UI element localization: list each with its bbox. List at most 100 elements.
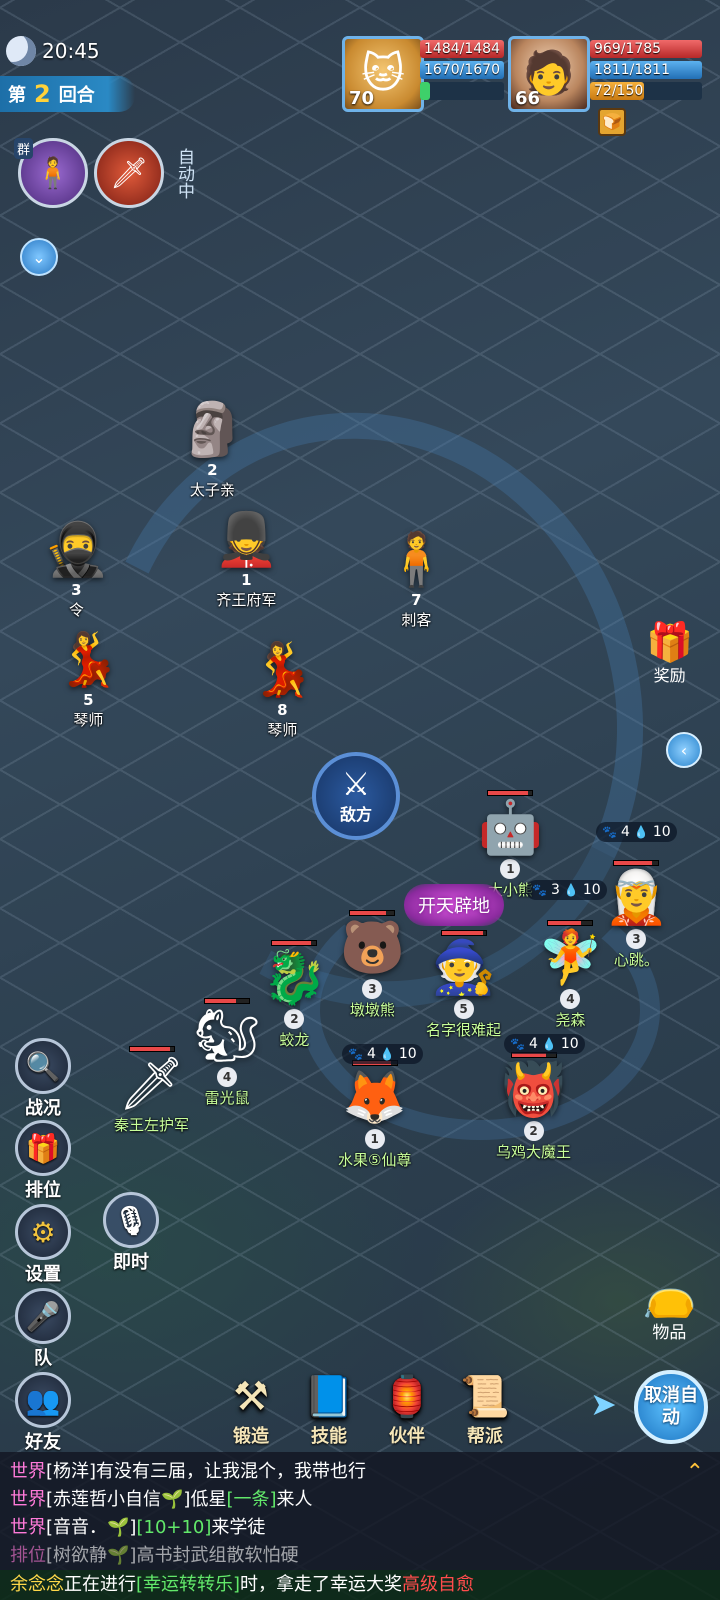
bottom-menu: ⚒ 锻造 📘 技能 🏮 伙伴 📜 帮派 — [218, 1372, 518, 1448]
chat-line: 世界[音音．🌱][10+10]来学徒 — [10, 1517, 266, 1538]
swordsman-icon: 🧙 — [431, 938, 496, 998]
friends-button[interactable]: 👥 好友 — [10, 1372, 76, 1454]
microphone-icon: 🎙 — [103, 1192, 159, 1248]
ally-unit-5[interactable]: 🧙 5 名字很难起 — [426, 930, 501, 1040]
paw-icon: 🐾 — [510, 1037, 525, 1051]
guard-icon: 🗡 — [118, 1054, 185, 1114]
hero-hp-bar: 969/1785 — [590, 40, 702, 58]
partners-button[interactable]: 🏮 伙伴 — [374, 1372, 440, 1448]
battle-status-button[interactable]: 🔍 战况 — [10, 1038, 76, 1120]
pet-stat-chip: 🐾 4 💧 10 — [504, 1034, 585, 1054]
bag-icon: 👝 — [642, 1269, 697, 1320]
attack-skill-button[interactable]: 🗡 — [94, 138, 164, 208]
chevron-down-icon: ⌄ — [32, 247, 46, 267]
water-drop-icon: 💧 — [541, 1037, 557, 1051]
guild-button[interactable]: 📜 帮派 — [452, 1372, 518, 1448]
menu-more-arrow[interactable]: ➤ — [590, 1385, 617, 1423]
figure-icon: 🧍 — [34, 155, 72, 191]
book-icon: 📘 — [304, 1374, 354, 1420]
assassin-icon: 🧍 — [384, 530, 449, 590]
pet-stat-chip: 🐾 3 💧 10 — [526, 880, 607, 900]
musician-icon: 💃 — [250, 640, 315, 700]
ally-unit-4b[interactable]: 🐿 4 雷光鼠 — [194, 998, 260, 1108]
pet-hp-bar: 1484/1484 — [420, 40, 504, 58]
ally-unit-4a[interactable]: 🧚 4 尧森 — [538, 920, 603, 1030]
reward-button[interactable]: 🎁 奖励 — [646, 622, 693, 686]
time-text: 20:45 — [42, 39, 100, 63]
enemy-unit-1[interactable]: 💂 1 齐王府军 — [214, 510, 279, 610]
microphone-icon: 🎤 — [15, 1288, 71, 1344]
enemy-unit-8[interactable]: 💃 8 琴师 — [250, 640, 315, 740]
armored-figure-icon: 🗿 — [180, 400, 245, 460]
bear-icon: 🐻 — [340, 918, 405, 978]
chevron-up-icon: ⌃ — [685, 1460, 704, 1485]
hero-sp-bar: 72/150 — [590, 82, 702, 100]
gift-icon: 🎁 — [646, 620, 694, 664]
instant-voice-button[interactable]: 🎙 即时 — [98, 1192, 164, 1274]
scroll-icon: 📜 — [460, 1374, 510, 1420]
ally-unit-3a[interactable]: 🧝 3 心跳。 — [604, 860, 669, 970]
musician-icon: 💃 — [56, 630, 121, 690]
items-button[interactable]: 👝 物品 — [642, 1269, 697, 1344]
ally-unit-3b[interactable]: 🐻 3 墩墩熊 — [340, 910, 405, 1020]
chat-collapse-button[interactable]: ⌃ — [686, 1460, 704, 1485]
ally-unit-2a[interactable]: 🐉 2 蛟龙 — [262, 940, 327, 1050]
expand-button[interactable]: ⌄ — [20, 238, 58, 276]
ally-unit-2b[interactable]: 👹 2 乌鸡大魔王 — [496, 1052, 571, 1162]
enemy-target-button[interactable]: ⚔ 敌方 — [312, 752, 400, 840]
fairy-icon: 🧚 — [538, 928, 603, 988]
cancel-auto-button[interactable]: 取消自动 — [634, 1370, 708, 1444]
warrior-icon: 🥷 — [44, 520, 109, 580]
pet-sp-fill — [420, 82, 431, 100]
hero-mp-bar: 1811/1811 — [590, 61, 702, 79]
round-indicator: 第 2 回合 — [0, 76, 135, 112]
sword-icon: 🗡 — [109, 155, 149, 191]
round-number: 2 — [34, 80, 51, 108]
hero-sp-text: 72/150 — [594, 83, 644, 99]
rank-button[interactable]: 🎁 排位 — [10, 1120, 76, 1202]
soldier-icon: 💂 — [214, 510, 279, 570]
paw-icon: 🐾 — [532, 883, 547, 897]
pet-stat-chip: 🐾 4 💧 10 — [596, 822, 677, 842]
pet-portrait[interactable]: 🐱 70 — [342, 36, 424, 112]
pet-sp-bar — [420, 82, 504, 100]
dancer-icon: 🧝 — [604, 868, 669, 928]
enemy-unit-3[interactable]: 🥷 3 令 — [44, 520, 109, 620]
clock: 20:45 — [6, 36, 100, 66]
demon-icon: 👹 — [501, 1060, 566, 1120]
fox-icon: 🦊 — [342, 1068, 408, 1128]
enemy-unit-2[interactable]: 🗿 2 太子亲 — [180, 400, 245, 500]
chat-panel[interactable]: 世界[杨洋]有没有三届，让我混个，我带也行 世界[赤莲哲小自信🌱]低星[一条]来… — [0, 1452, 720, 1570]
team-voice-button[interactable]: 🎤 队 — [10, 1288, 76, 1370]
hero-level: 66 — [515, 88, 541, 109]
gift-box-icon: 🎁 — [15, 1120, 71, 1176]
pet-bars: 1484/1484 1670/1670 — [420, 40, 504, 100]
water-drop-icon: 💧 — [379, 1047, 395, 1061]
hero-bars: 969/1785 1811/1811 72/150 — [590, 40, 702, 100]
skill-cast-label: 开天辟地 — [404, 884, 504, 926]
paw-icon: 🐾 — [348, 1047, 363, 1061]
red-armor-icon: 🤖 — [478, 798, 543, 858]
hero-portrait[interactable]: 🧑 66 — [508, 36, 590, 112]
dragon-icon: 🐉 — [262, 948, 327, 1008]
side-panel-toggle[interactable]: ‹ — [666, 732, 702, 768]
enemy-unit-5[interactable]: 💃 5 琴师 — [56, 630, 121, 730]
ally-unit-guard[interactable]: 🗡 秦王左护军 — [114, 1046, 189, 1135]
water-drop-icon: 💧 — [563, 883, 579, 897]
squirrel-icon: 🐿 — [194, 1006, 261, 1066]
partner-icon: 🏮 — [382, 1374, 432, 1420]
ally-unit-1b[interactable]: 🦊 1 水果⑤仙尊 — [338, 1060, 411, 1170]
crossed-swords-icon: ⚔ — [341, 765, 371, 803]
chat-line: 世界[赤莲哲小自信🌱]低星[一条]来人 — [10, 1489, 313, 1510]
chat-line: 世界[杨洋]有没有三届，让我混个，我带也行 — [10, 1461, 367, 1482]
enemy-unit-7[interactable]: 🧍 7 刺客 — [384, 530, 449, 630]
group-tag: 群 — [14, 138, 34, 159]
settings-button[interactable]: ⚙ 设置 — [10, 1204, 76, 1286]
food-buff-icon[interactable]: 🍞 — [598, 108, 626, 136]
pet-stat-chip: 🐾 4 💧 10 — [342, 1044, 423, 1064]
moon-icon — [6, 36, 36, 66]
skills-button[interactable]: 📘 技能 — [296, 1372, 362, 1448]
water-drop-icon: 💧 — [633, 825, 649, 839]
forge-button[interactable]: ⚒ 锻造 — [218, 1372, 284, 1448]
pet-mp-bar: 1670/1670 — [420, 61, 504, 79]
